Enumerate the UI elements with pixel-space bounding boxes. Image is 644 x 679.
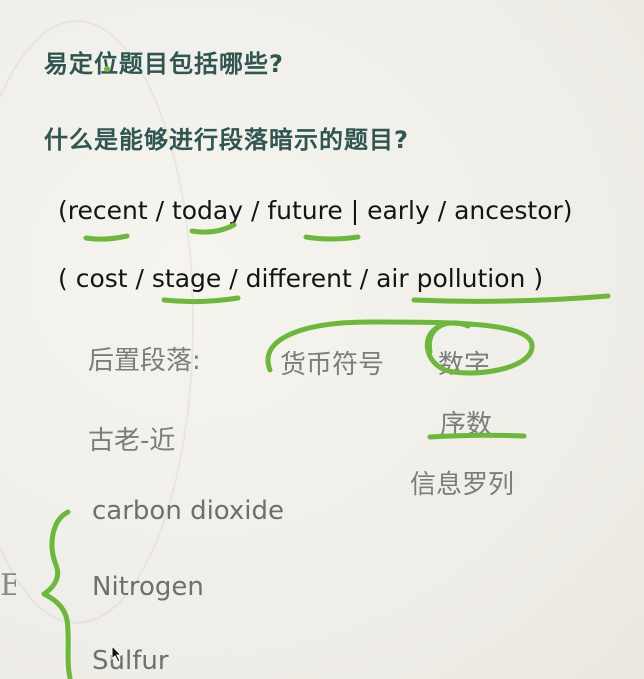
brace-gases xyxy=(41,509,73,679)
circle-digits xyxy=(426,320,471,355)
underline-future xyxy=(303,234,361,242)
circle-currency-digits xyxy=(265,319,535,376)
annotation-dot xyxy=(104,66,110,72)
handwritten-annotations xyxy=(41,66,611,679)
underline-today xyxy=(189,222,237,235)
underline-recent xyxy=(83,233,130,242)
underline-ordinal xyxy=(427,432,527,440)
slide: 易定位题目包括哪些? 什么是能够进行段落暗示的题目? (recent / tod… xyxy=(0,0,644,679)
underline-air-pollution xyxy=(411,293,611,304)
underline-stage xyxy=(161,295,241,305)
mouse-pointer-icon xyxy=(111,645,123,663)
